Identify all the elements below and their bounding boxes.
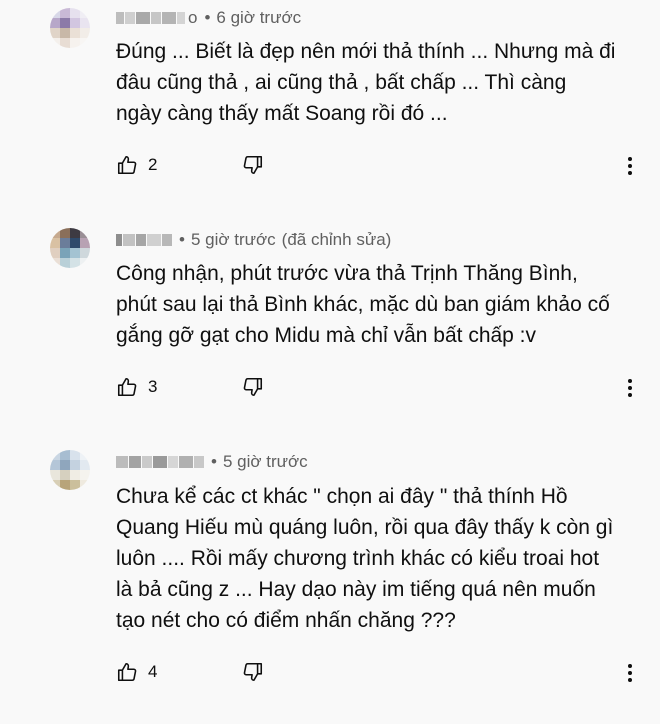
comment-line: Chưa kể các ct khác " chọn ai đây " thả … [116, 485, 568, 508]
avatar[interactable] [50, 228, 90, 268]
like-count: 4 [148, 662, 158, 681]
author-suffix: o [188, 8, 198, 27]
author-name[interactable] [116, 456, 205, 468]
like-button[interactable] [116, 376, 138, 398]
thumbs-up-icon [117, 662, 137, 682]
separator-dot: • [211, 452, 217, 471]
like-count: 2 [148, 155, 158, 174]
like-button[interactable] [116, 661, 138, 683]
thumbs-down-icon [243, 377, 263, 397]
comment-meta: • 5 giờ trước [116, 452, 308, 472]
comment-line: gắng gỡ gạt cho Midu mà chỉ vẫn bất chấp… [116, 324, 537, 347]
thumbs-down-icon [243, 155, 263, 175]
comment-line: là bả cũng z ... Hay dạo này im tiếng qu… [116, 578, 596, 601]
separator-dot: • [204, 8, 211, 27]
comment-line: ngày càng thấy mất Soang rồi đó ... [116, 102, 448, 125]
comment-time[interactable]: 5 giờ trước [191, 230, 276, 250]
comment-meta: o • 6 giờ trước [116, 8, 301, 28]
more-options-button[interactable] [620, 154, 640, 178]
comment-actions: 4 [116, 658, 264, 686]
separator-dot: • [179, 230, 185, 249]
comment-line: tạo nét cho có điểm nhấn chăng ??? [116, 609, 456, 632]
more-options-button[interactable] [620, 661, 640, 685]
more-options-button[interactable] [620, 376, 640, 400]
author-name[interactable]: o [116, 8, 198, 28]
thumbs-down-icon [243, 662, 263, 682]
thumbs-up-icon [117, 377, 137, 397]
like-count: 3 [148, 377, 158, 396]
more-vertical-icon [628, 379, 632, 397]
comment-line: phút sau lại thả Bình khác, mặc dù ban g… [116, 293, 610, 316]
comment-line: đâu cũng thả , ai cũng thả , bất chấp ..… [116, 71, 567, 94]
comment-text: Đúng ... Biết là đẹp nên mới thả thính .… [116, 36, 646, 129]
comment-time[interactable]: 6 giờ trước [216, 8, 301, 28]
comment-line: luôn .... Rồi mấy chương trình khác có k… [116, 547, 600, 570]
comment-text: Công nhận, phút trước vừa thả Trịnh Thăn… [116, 258, 646, 351]
comment-line: Quang Hiếu mù quáng luôn, rồi qua đây th… [116, 516, 614, 539]
like-button[interactable] [116, 154, 138, 176]
comment-meta: • 5 giờ trước (đã chỉnh sửa) [116, 230, 391, 250]
comment-actions: 3 [116, 373, 264, 401]
author-name[interactable] [116, 234, 173, 246]
dislike-button[interactable] [242, 154, 264, 176]
comment-line: Đúng ... Biết là đẹp nên mới thả thính .… [116, 40, 616, 63]
comment-text: Chưa kể các ct khác " chọn ai đây " thả … [116, 481, 646, 636]
comment-line: Công nhận, phút trước vừa thả Trịnh Thăn… [116, 262, 578, 285]
edited-label: (đã chỉnh sửa) [281, 230, 392, 249]
thumbs-up-icon [117, 155, 137, 175]
more-vertical-icon [628, 157, 632, 175]
avatar[interactable] [50, 8, 90, 48]
dislike-button[interactable] [242, 661, 264, 683]
comment-time[interactable]: 5 giờ trước [223, 452, 308, 472]
comment-actions: 2 [116, 151, 264, 179]
dislike-button[interactable] [242, 376, 264, 398]
avatar[interactable] [50, 450, 90, 490]
more-vertical-icon [628, 664, 632, 682]
